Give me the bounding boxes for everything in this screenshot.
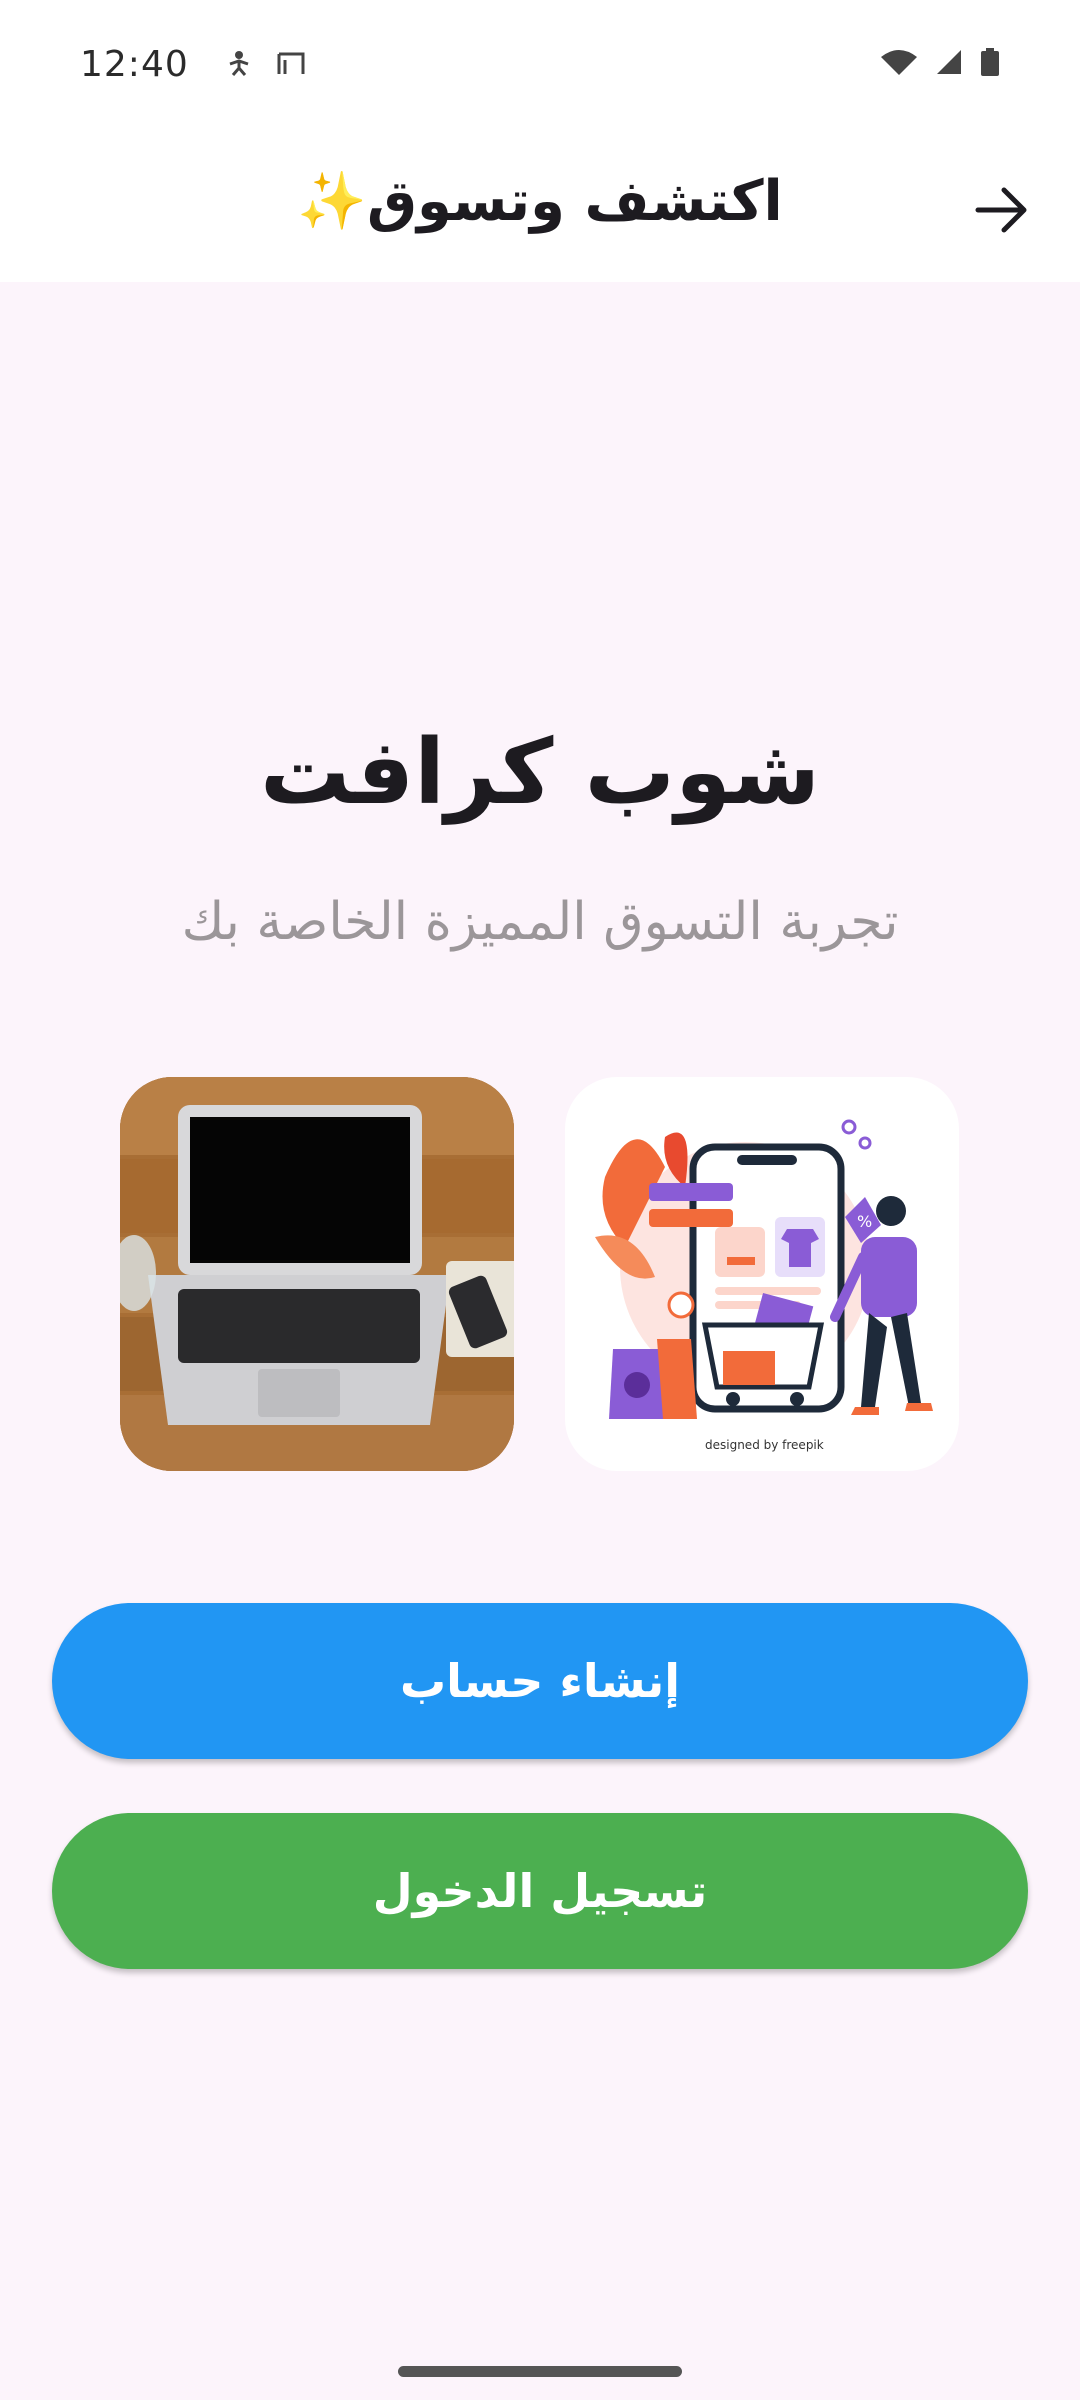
home-indicator[interactable] xyxy=(398,2366,682,2377)
battery-icon xyxy=(980,48,1000,80)
brand-subtitle: تجربة التسوق المميزة الخاصة بك xyxy=(181,892,899,952)
laptop-photo-image xyxy=(120,1077,514,1471)
arrow-forward-icon xyxy=(975,187,1027,233)
app-bar: اكتشف وتسوق✨ xyxy=(0,130,1080,282)
accessibility-icon xyxy=(228,50,250,80)
login-button[interactable]: تسجيل الدخول xyxy=(52,1813,1028,1969)
wifi-icon xyxy=(880,49,918,79)
svg-text:%: % xyxy=(857,1212,872,1231)
freepik-caption: designed by freepik xyxy=(705,1438,824,1452)
status-right-icons xyxy=(880,48,1000,80)
status-bar: 12:40 xyxy=(0,0,1080,130)
shopping-illustration-image: % designed by freepik xyxy=(565,1077,959,1471)
status-time: 12:40 xyxy=(80,44,189,85)
create-account-button[interactable]: إنشاء حساب xyxy=(52,1603,1028,1759)
signal-icon xyxy=(936,49,962,79)
back-button[interactable] xyxy=(962,170,1042,250)
brand-title: شوب كرافت xyxy=(259,720,821,825)
screen-record-icon xyxy=(276,50,306,80)
status-left-icons xyxy=(228,50,306,80)
page-title: اكتشف وتسوق✨ xyxy=(297,169,783,234)
